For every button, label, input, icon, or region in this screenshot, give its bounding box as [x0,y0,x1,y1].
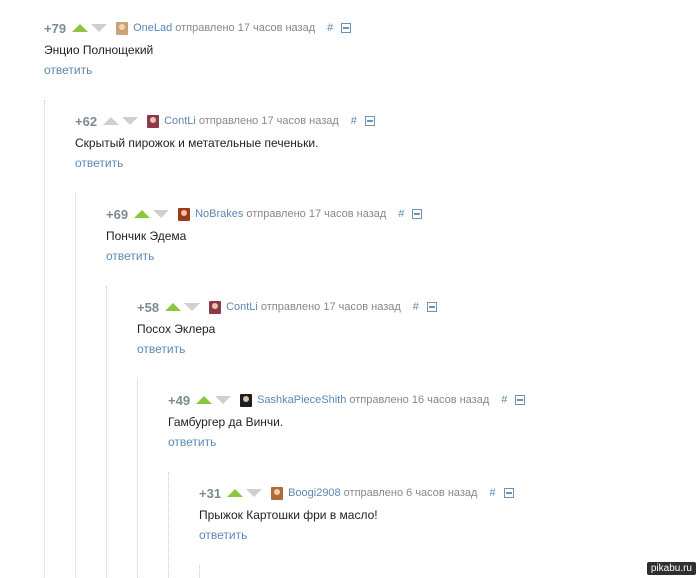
vote-up-icon[interactable] [134,210,151,218]
comment: +58 ContLi отправлено 17 часов назад # П… [137,299,437,358]
comment-timestamp: отправлено 17 часов назад [198,115,339,127]
comment-text: Пончик Эдема [106,229,187,243]
collapse-icon[interactable] [503,488,514,498]
comment-author[interactable]: SashkaPieceShith [257,394,346,406]
comment-meta: +79 OneLad отправлено 17 часов назад # [44,20,352,36]
vote-down-icon[interactable] [122,117,139,125]
vote-down-icon[interactable] [215,396,232,404]
vote-up-icon[interactable] [103,117,120,125]
vote-up-icon[interactable] [165,303,182,311]
comment-text: Гамбургер да Винчи. [168,415,284,429]
comment-rating: +69 [106,206,129,222]
comment-text: Прыжок Картошки фри в масло! [199,508,378,522]
comment-text: Энцио Полнощекий [44,43,154,57]
avatar[interactable] [116,21,129,35]
collapse-icon[interactable] [412,209,423,219]
avatar[interactable] [271,486,284,500]
site-watermark: pikabu.ru [646,562,696,575]
permalink-hash[interactable]: # [501,394,507,406]
comment-meta: +58 ContLi отправлено 17 часов назад # [137,299,437,315]
comment-timestamp: отправлено 17 часов назад [260,301,401,313]
avatar[interactable] [209,300,222,314]
comment-text: Посох Эклера [137,322,216,336]
comment: +62 ContLi отправлено 17 часов назад # С… [75,113,375,172]
thread-guide-line [44,100,45,578]
comment-rating: +79 [44,20,67,36]
collapse-icon[interactable] [426,302,437,312]
reply-link[interactable]: ответить [137,342,185,356]
comment-text: Скрытый пирожок и метательные печеньки. [75,136,319,150]
reply-link[interactable]: ответить [44,63,92,77]
permalink-hash[interactable]: # [413,301,419,313]
comment-timestamp: отправлено 6 часов назад [343,487,478,499]
comment: +69 NoBrakes отправлено 17 часов назад #… [106,206,423,265]
vote-up-icon[interactable] [196,396,213,404]
comment-author[interactable]: OneLad [133,22,172,34]
reply-link[interactable]: ответить [199,528,247,542]
comment-rating: +49 [168,392,191,408]
comment-meta: +49 SashkaPieceShith отправлено 16 часов… [168,392,526,408]
permalink-hash[interactable]: # [398,208,404,220]
comment-author[interactable]: NoBrakes [195,208,243,220]
comment-meta: +62 ContLi отправлено 17 часов назад # [75,113,375,129]
comment-timestamp: отправлено 16 часов назад [349,394,490,406]
thread-guide-line [199,565,200,578]
comment-rating: +58 [137,299,160,315]
thread-guide-line [168,472,169,578]
reply-link[interactable]: ответить [106,249,154,263]
comment-timestamp: отправлено 17 часов назад [246,208,387,220]
collapse-icon[interactable] [341,23,352,33]
vote-down-icon[interactable] [91,24,108,32]
avatar[interactable] [147,114,160,128]
comment-meta: +31 Boogi2908 отправлено 6 часов назад # [199,485,514,501]
comment-rating: +62 [75,113,98,129]
avatar[interactable] [178,207,191,221]
comment: +79 OneLad отправлено 17 часов назад # Э… [44,20,352,79]
comment-author[interactable]: ContLi [226,301,258,313]
permalink-hash[interactable]: # [327,22,333,34]
vote-down-icon[interactable] [153,210,170,218]
comment-author[interactable]: ContLi [164,115,196,127]
vote-down-icon[interactable] [184,303,201,311]
reply-link[interactable]: ответить [75,156,123,170]
thread-guide-line [106,286,107,578]
permalink-hash[interactable]: # [351,115,357,127]
vote-down-icon[interactable] [246,489,263,497]
thread-guide-line [137,379,138,578]
comment-thread: +79 OneLad отправлено 17 часов назад # Э… [0,0,700,578]
vote-up-icon[interactable] [72,24,89,32]
avatar[interactable] [240,393,253,407]
comment-timestamp: отправлено 17 часов назад [175,22,316,34]
comment-author[interactable]: Boogi2908 [288,487,341,499]
comment: +31 Boogi2908 отправлено 6 часов назад #… [199,485,514,544]
collapse-icon[interactable] [515,395,526,405]
vote-up-icon[interactable] [227,489,244,497]
comment-meta: +69 NoBrakes отправлено 17 часов назад # [106,206,423,222]
reply-link[interactable]: ответить [168,435,216,449]
comment-rating: +31 [199,485,222,501]
permalink-hash[interactable]: # [489,487,495,499]
thread-guide-line [75,193,76,578]
comment: +49 SashkaPieceShith отправлено 16 часов… [168,392,526,451]
collapse-icon[interactable] [364,116,375,126]
